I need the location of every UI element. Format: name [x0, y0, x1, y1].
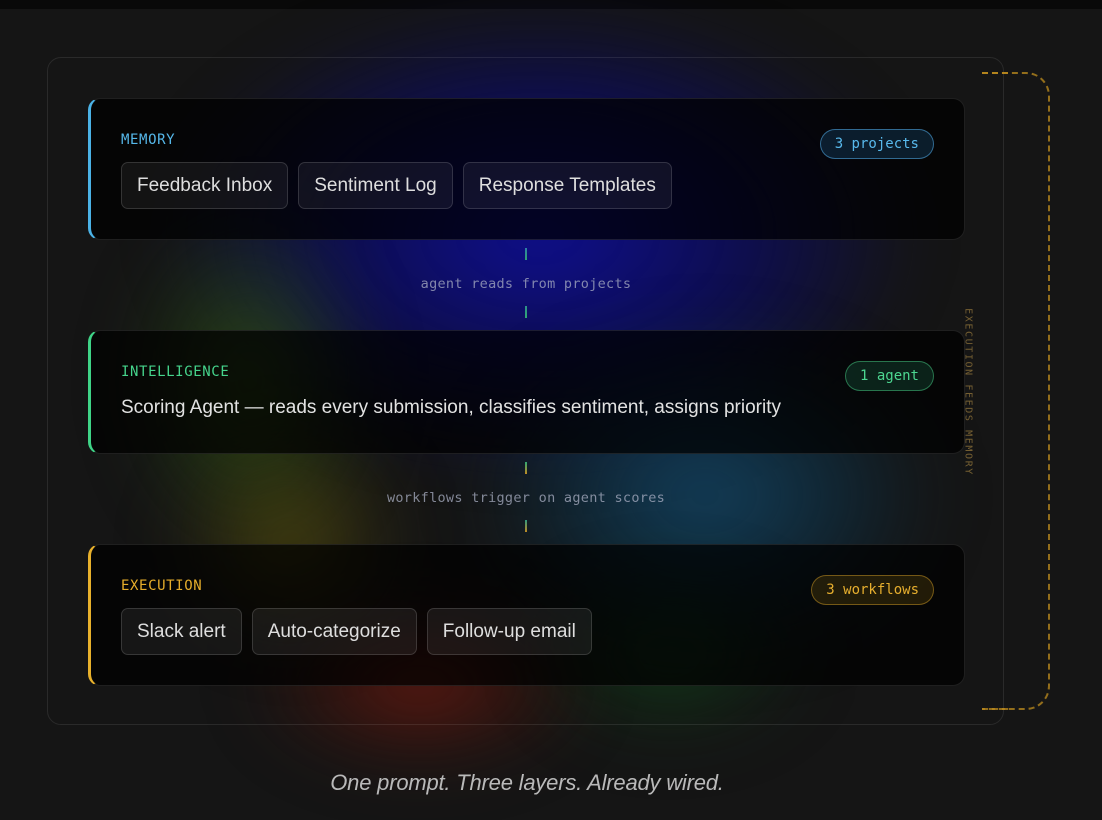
workflow-chip-auto-categorize[interactable]: Auto-categorize	[251, 608, 417, 655]
execution-layer-card: EXECUTION 3 workflows Slack alert Auto-c…	[88, 544, 965, 686]
memory-layer-title: MEMORY	[121, 132, 176, 148]
project-chip-sentiment-log[interactable]: Sentiment Log	[298, 162, 453, 209]
connector-tick-bottom-2	[525, 520, 527, 532]
connector-label-intelligence-execution: workflows trigger on agent scores	[386, 490, 666, 506]
intelligence-count-badge: 1 agent	[844, 361, 934, 391]
execution-layer-title: EXECUTION	[121, 578, 203, 594]
intelligence-layer-title: INTELLIGENCE	[121, 364, 230, 380]
feedback-loop-arrow	[982, 72, 1050, 710]
memory-layer-card: MEMORY 3 projects Feedback Inbox Sentime…	[88, 98, 965, 240]
workflow-chip-follow-up-email[interactable]: Follow-up email	[426, 608, 592, 655]
connector-tick-bottom-1	[525, 306, 527, 318]
memory-count-badge: 3 projects	[819, 129, 934, 159]
scoring-agent-description: Scoring Agent — reads every submission, …	[121, 397, 781, 418]
connector-tick-top-1	[525, 248, 527, 260]
connector-tick-top-2	[525, 462, 527, 474]
tagline-caption: One prompt. Three layers. Already wired.	[330, 770, 724, 795]
top-bar	[0, 0, 1102, 9]
project-chip-response-templates[interactable]: Response Templates	[462, 162, 672, 209]
execution-workflow-list: Slack alert Auto-categorize Follow-up em…	[121, 608, 592, 655]
feedback-loop-cap-bottom	[982, 708, 1012, 710]
feedback-loop-cap-top	[982, 72, 1012, 74]
execution-count-badge: 3 workflows	[811, 575, 934, 605]
project-chip-feedback-inbox[interactable]: Feedback Inbox	[121, 162, 289, 209]
workflow-chip-slack-alert[interactable]: Slack alert	[121, 608, 242, 655]
connector-label-memory-intelligence: agent reads from projects	[420, 276, 632, 292]
memory-project-list: Feedback Inbox Sentiment Log Response Te…	[121, 162, 672, 209]
intelligence-layer-card: INTELLIGENCE 1 agent Scoring Agent — rea…	[88, 330, 965, 454]
